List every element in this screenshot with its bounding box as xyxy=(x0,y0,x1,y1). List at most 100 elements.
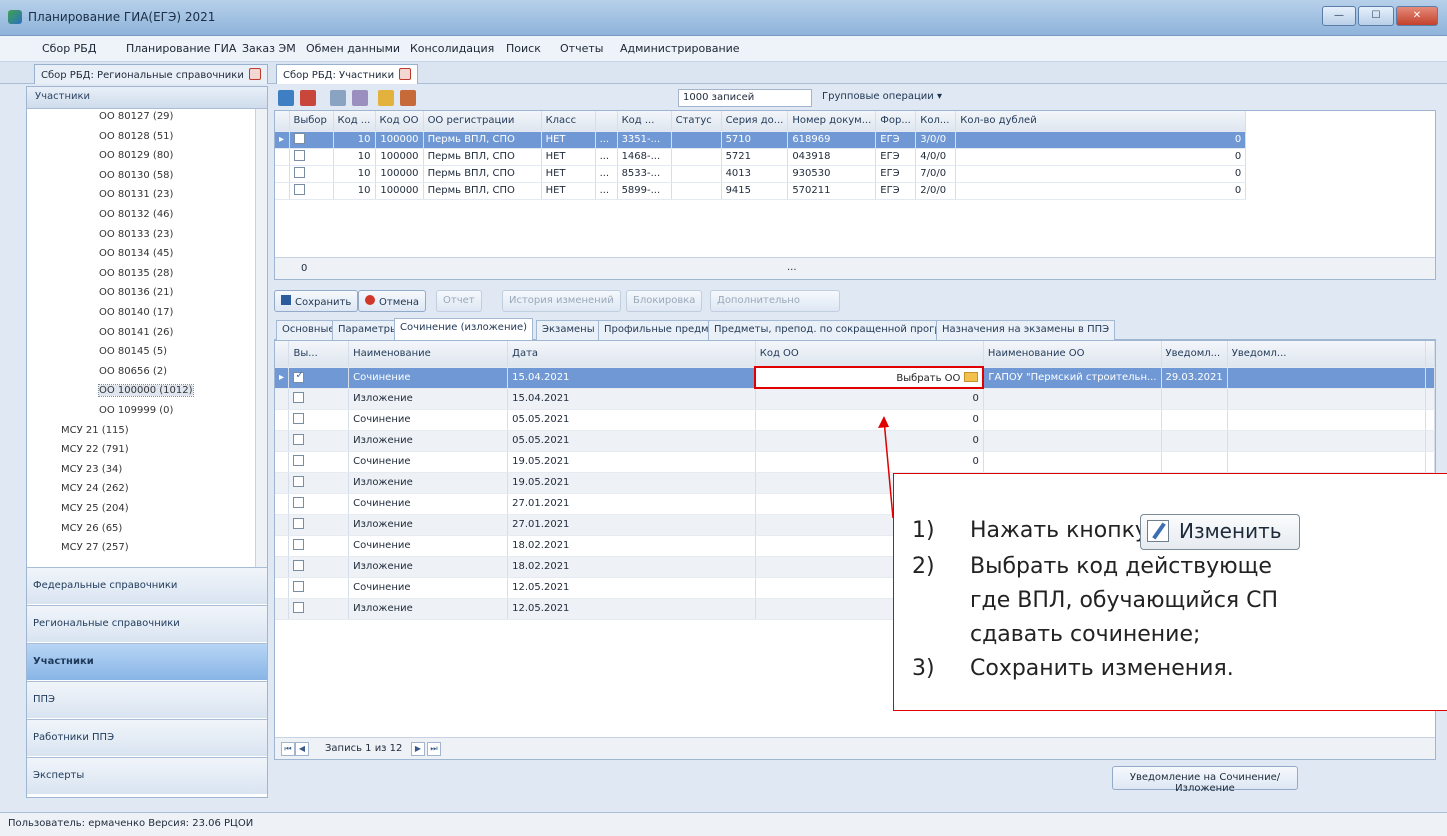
row-checkbox[interactable] xyxy=(293,602,305,613)
subtab-6[interactable]: Назначения на экзамены в ППЭ xyxy=(936,320,1116,340)
tab-regional-refs[interactable]: Сбор РБД: Региональные справочники xyxy=(34,64,268,84)
select-cell[interactable] xyxy=(288,598,350,620)
tree-item[interactable]: ОО 109999 (0) xyxy=(99,405,173,416)
select-cell[interactable] xyxy=(288,535,350,557)
lock-button[interactable]: Блокировка xyxy=(626,290,703,312)
row-checkbox[interactable] xyxy=(293,167,305,178)
tree-item[interactable]: ОО 80135 (28) xyxy=(99,268,173,279)
column-header[interactable]: ОО регистрации xyxy=(423,111,542,132)
tree-item[interactable]: МСУ 27 (257) xyxy=(61,542,129,553)
tree-item[interactable]: ОО 80656 (2) xyxy=(99,366,167,377)
select-cell[interactable] xyxy=(288,472,350,494)
select-cell[interactable] xyxy=(288,514,350,536)
nav-5[interactable]: Эксперты xyxy=(27,757,267,794)
tree-item[interactable]: МСУ 24 (262) xyxy=(61,483,129,494)
maximize-button[interactable]: ☐ xyxy=(1358,6,1394,26)
column-header[interactable]: Вы... xyxy=(288,341,350,368)
nav-3[interactable]: ППЭ xyxy=(27,681,267,718)
select-cell[interactable] xyxy=(288,451,350,473)
column-header[interactable]: Кол-во дублей xyxy=(955,111,1247,132)
column-header[interactable]: Выбор xyxy=(289,111,334,132)
org-code[interactable]: 0 xyxy=(755,388,984,410)
tree-item[interactable]: ОО 80127 (29) xyxy=(99,111,173,122)
select-cell[interactable] xyxy=(288,430,350,452)
subtab-2[interactable]: Сочинение (изложение) xyxy=(394,318,534,340)
first-page-button[interactable]: ⏮ xyxy=(281,742,295,756)
menu-exchange[interactable]: Обмен данными xyxy=(306,42,400,55)
menu-order-em[interactable]: Заказ ЭМ xyxy=(242,42,296,55)
close-button[interactable]: ✕ xyxy=(1396,6,1438,26)
table-row[interactable]: ▸ 10 100000 Пермь ВПЛ, СПО НЕТ... 3351-... 571… xyxy=(275,131,1247,149)
table-row[interactable]: 10 100000 Пермь ВПЛ, СПО НЕТ... 1468-... 5721… xyxy=(275,148,1247,166)
row-checkbox[interactable] xyxy=(293,497,305,508)
subtab-0[interactable]: Основные xyxy=(276,320,341,340)
row-checkbox[interactable] xyxy=(293,476,305,487)
tree-item[interactable]: ОО 80141 (26) xyxy=(99,327,173,338)
subtab-3[interactable]: Экзамены xyxy=(536,320,601,340)
choose-org-cell[interactable]: Выбрать ОО xyxy=(754,366,985,389)
table-row[interactable]: 10 100000 Пермь ВПЛ, СПО НЕТ... 8533-... 4013… xyxy=(275,165,1247,183)
minimize-button[interactable]: — xyxy=(1322,6,1356,26)
table-row[interactable]: Сочинение 05.05.2021 0 xyxy=(275,409,1435,431)
org-code[interactable]: 0 xyxy=(755,451,984,473)
row-checkbox[interactable] xyxy=(293,560,305,571)
row-checkbox[interactable] xyxy=(293,455,305,466)
row-checkbox[interactable] xyxy=(293,581,305,592)
select-cell[interactable] xyxy=(288,577,350,599)
column-header[interactable]: Код ОО xyxy=(375,111,424,132)
column-header[interactable]: Дата xyxy=(507,341,756,368)
folder-icon[interactable] xyxy=(964,371,979,382)
column-header[interactable]: Уведомл... xyxy=(1161,341,1228,368)
column-header[interactable]: Фор... xyxy=(875,111,917,132)
row-checkbox[interactable] xyxy=(293,539,305,550)
row-checkbox[interactable] xyxy=(293,133,305,144)
tree-item[interactable]: МСУ 21 (115) xyxy=(61,425,129,436)
select-cell[interactable] xyxy=(289,131,334,149)
tree-item[interactable]: ОО 80140 (17) xyxy=(99,307,173,318)
row-checkbox[interactable] xyxy=(293,150,305,161)
nav-2[interactable]: Участники xyxy=(27,643,267,680)
records-limit-select[interactable]: 1000 записей xyxy=(678,89,812,107)
column-header[interactable]: Код ... xyxy=(333,111,376,132)
column-header[interactable]: Кол... xyxy=(915,111,957,132)
clear-filter-icon[interactable] xyxy=(352,90,368,106)
notification-button[interactable]: Уведомление на Сочинение/Изложение xyxy=(1112,766,1298,794)
tree-item[interactable]: МСУ 22 (791) xyxy=(61,444,129,455)
row-checkbox[interactable] xyxy=(293,184,305,195)
row-checkbox[interactable] xyxy=(293,392,305,403)
subtab-5[interactable]: Предметы, препод. по сокращенной програм… xyxy=(708,320,975,340)
print-icon[interactable] xyxy=(400,90,416,106)
nav-1[interactable]: Региональные справочники xyxy=(27,605,267,642)
select-cell[interactable] xyxy=(288,388,350,410)
footer-dots[interactable]: ... xyxy=(787,262,797,273)
last-page-button[interactable]: ⏭ xyxy=(427,742,441,756)
pdf-icon[interactable] xyxy=(300,90,316,106)
select-cell[interactable] xyxy=(289,182,334,200)
save-button[interactable]: Сохранить xyxy=(274,290,359,312)
column-header[interactable]: Статус xyxy=(671,111,722,132)
row-checkbox[interactable] xyxy=(293,434,305,445)
table-row[interactable]: 10 100000 Пермь ВПЛ, СПО НЕТ... 5899-... 9415… xyxy=(275,182,1247,200)
table-row[interactable]: Изложение 15.04.2021 0 xyxy=(275,388,1435,410)
tree-item[interactable]: ОО 80129 (80) xyxy=(99,150,173,161)
cancel-button[interactable]: Отмена xyxy=(358,290,427,312)
select-cell[interactable] xyxy=(288,556,350,578)
tree-item[interactable]: МСУ 26 (65) xyxy=(61,523,122,534)
filter-icon[interactable] xyxy=(330,90,346,106)
tree-item[interactable]: ОО 80132 (46) xyxy=(99,209,173,220)
select-cell[interactable] xyxy=(289,165,334,183)
table-row[interactable]: ▸ Сочинение15.04.2021 Выбрать ОО ГАПОУ "Пер… xyxy=(275,366,1435,389)
tree-item[interactable]: МСУ 23 (34) xyxy=(61,464,122,475)
menu-reports[interactable]: Отчеты xyxy=(560,42,603,55)
tab-participants[interactable]: Сбор РБД: Участники xyxy=(276,64,419,84)
tree-item[interactable]: МСУ 25 (204) xyxy=(61,503,129,514)
tree-item[interactable]: ОО 80128 (51) xyxy=(99,131,173,142)
nav-0[interactable]: Федеральные справочники xyxy=(27,567,267,604)
tree-scrollbar[interactable] xyxy=(255,109,267,569)
tree-item[interactable]: ОО 80131 (23) xyxy=(99,189,173,200)
nav-4[interactable]: Работники ППЭ xyxy=(27,719,267,756)
menu-consolidation[interactable]: Консолидация xyxy=(410,42,494,55)
table-row[interactable]: Изложение 05.05.2021 0 xyxy=(275,430,1435,452)
history-button[interactable]: История изменений xyxy=(502,290,621,312)
column-header[interactable]: Код ОО xyxy=(755,341,984,368)
